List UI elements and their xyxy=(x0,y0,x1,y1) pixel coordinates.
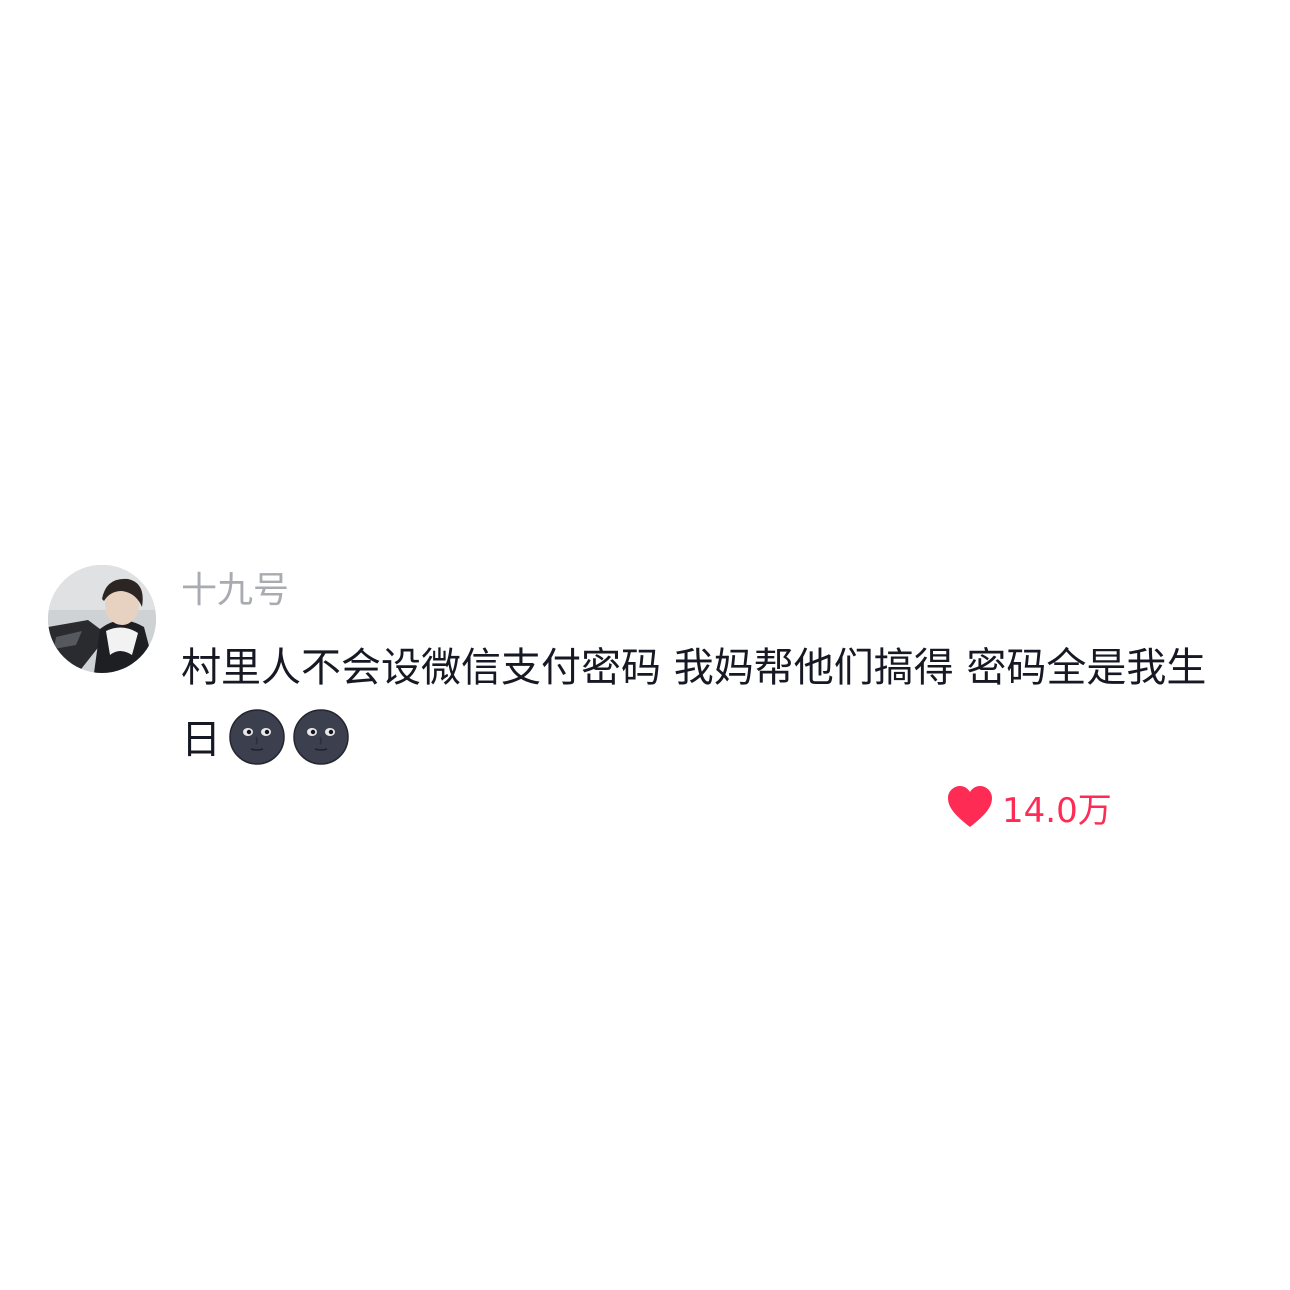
like-button[interactable]: 14.0万 xyxy=(946,782,1112,832)
new-moon-face-icon xyxy=(229,709,285,765)
username[interactable]: 十九号 xyxy=(181,568,289,614)
new-moon-face-icon xyxy=(293,709,349,765)
heart-icon xyxy=(948,786,992,827)
like-count: 14.0万 xyxy=(1002,790,1112,831)
comment-text: 村里人不会设微信支付密码 我妈帮他们搞得 密码全是我生日 xyxy=(181,632,1241,776)
avatar-photo xyxy=(48,565,156,673)
avatar[interactable] xyxy=(48,565,156,673)
